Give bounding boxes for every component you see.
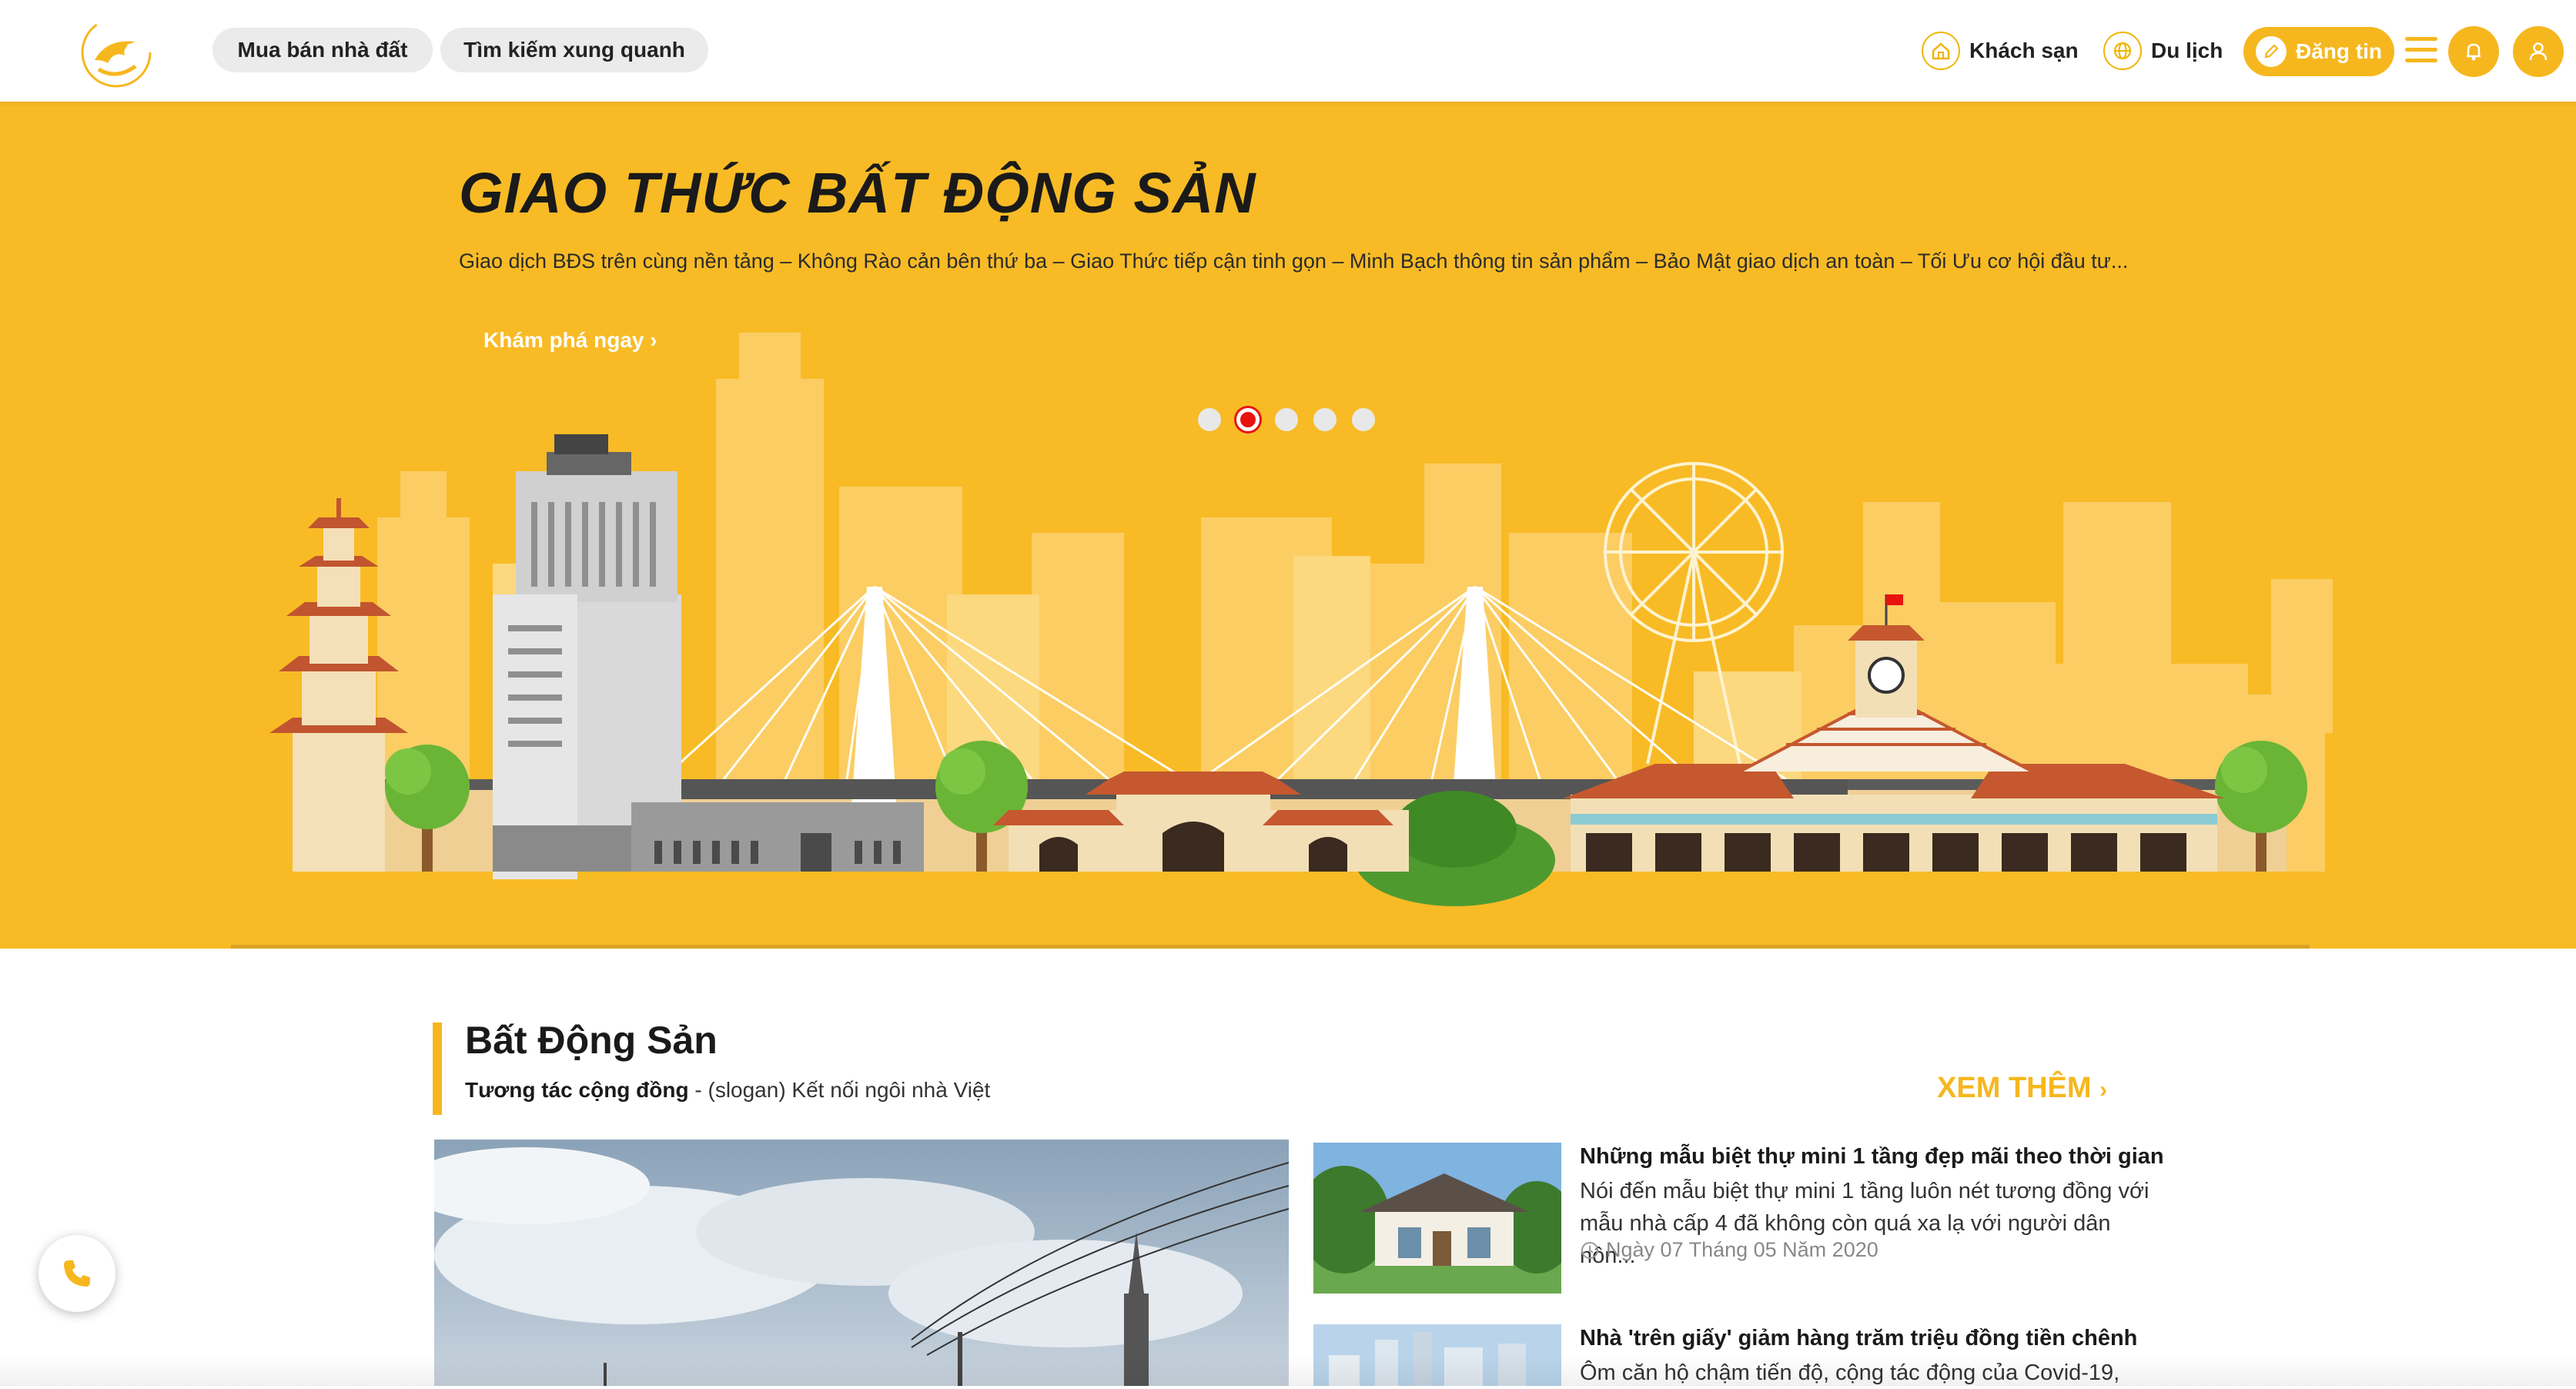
hotel-label: Khách sạn xyxy=(1969,38,2079,62)
clock-icon xyxy=(1581,1241,1598,1259)
city-skyline-illustration xyxy=(231,333,2333,949)
news-thumbnail[interactable] xyxy=(1313,1324,1561,1386)
see-more-link[interactable]: XEM THÊM › xyxy=(1937,1072,2107,1105)
post-listing-button[interactable]: Đăng tin xyxy=(2243,27,2394,76)
bell-icon xyxy=(2467,43,2481,61)
notification-button[interactable] xyxy=(2448,26,2499,77)
section-subtitle-brand: Tương tác cộng đồng xyxy=(465,1078,689,1102)
section-subtitle: Tương tác cộng đồng - (slogan) Kết nối n… xyxy=(465,1078,990,1103)
explore-now-link[interactable]: Khám phá ngay › xyxy=(483,328,657,353)
hero-title: GIAO THỨC BẤT ĐỘNG SẢN xyxy=(459,161,1256,225)
news-item[interactable]: Những mẫu biệt thự mini 1 tầng đẹp mãi t… xyxy=(1313,1143,2164,1297)
explore-now-label: Khám phá ngay xyxy=(483,328,644,352)
hotel-link[interactable]: Khách sạn xyxy=(1922,29,2079,72)
hero-description: Giao dịch BĐS trên cùng nền tảng – Không… xyxy=(459,249,2129,273)
hotel-icon xyxy=(1922,32,1960,70)
news-item[interactable]: Nhà 'trên giấy' giảm hàng trăm triệu đồn… xyxy=(1313,1324,2160,1386)
post-listing-label: Đăng tin xyxy=(2296,39,2382,63)
user-button[interactable] xyxy=(2513,26,2564,77)
news-date: Ngày 07 Tháng 05 Năm 2020 xyxy=(1580,1238,1878,1262)
news-title[interactable]: Những mẫu biệt thự mini 1 tầng đẹp mãi t… xyxy=(1580,1144,2165,1170)
carousel-dot-active[interactable] xyxy=(1236,408,1260,431)
news-title[interactable]: Nhà 'trên giấy' giảm hàng trăm triệu đồn… xyxy=(1580,1326,2165,1351)
top-header: Mua bán nhà đất Tìm kiếm xung quanh Khác… xyxy=(0,0,2576,102)
news-description: Ôm căn hộ chậm tiến độ, cộng tác động củ… xyxy=(1580,1361,2120,1385)
pencil-icon xyxy=(2256,36,2287,67)
hero-banner: GIAO THỨC BẤT ĐỘNG SẢN Giao dịch BĐS trê… xyxy=(0,102,2576,949)
news-date-text: Ngày 07 Tháng 05 Năm 2020 xyxy=(1606,1238,1878,1261)
section-title: Bất Động Sản xyxy=(465,1019,718,1062)
globe-icon xyxy=(2103,32,2142,70)
logo[interactable] xyxy=(68,15,165,89)
see-more-label: XEM THÊM xyxy=(1937,1072,2092,1104)
nav-search-nearby[interactable]: Tìm kiếm xung quanh xyxy=(440,28,708,72)
user-icon xyxy=(2529,42,2548,61)
carousel-dots xyxy=(1198,408,1390,431)
featured-article-image[interactable] xyxy=(434,1140,1289,1386)
news-thumbnail[interactable] xyxy=(1313,1143,1561,1294)
carousel-dot[interactable] xyxy=(1313,408,1337,431)
carousel-dot[interactable] xyxy=(1352,408,1375,431)
chevron-right-icon: › xyxy=(2099,1077,2108,1103)
section-subtitle-slogan: - (slogan) Kết nối ngôi nhà Việt xyxy=(688,1078,991,1102)
menu-icon[interactable] xyxy=(2405,37,2437,63)
nav-search-nearby-label: Tìm kiếm xung quanh xyxy=(463,38,685,62)
nav-buy-sell[interactable]: Mua bán nhà đất xyxy=(212,28,433,72)
travel-link[interactable]: Du lịch xyxy=(2103,29,2223,72)
chevron-right-icon: › xyxy=(650,328,657,352)
carousel-dot[interactable] xyxy=(1198,408,1221,431)
phone-icon xyxy=(64,1260,90,1287)
travel-label: Du lịch xyxy=(2151,38,2223,62)
call-button[interactable] xyxy=(38,1235,115,1312)
nav-buy-sell-label: Mua bán nhà đất xyxy=(237,38,408,62)
carousel-dot[interactable] xyxy=(1275,408,1298,431)
section-accent-bar xyxy=(433,1023,442,1115)
